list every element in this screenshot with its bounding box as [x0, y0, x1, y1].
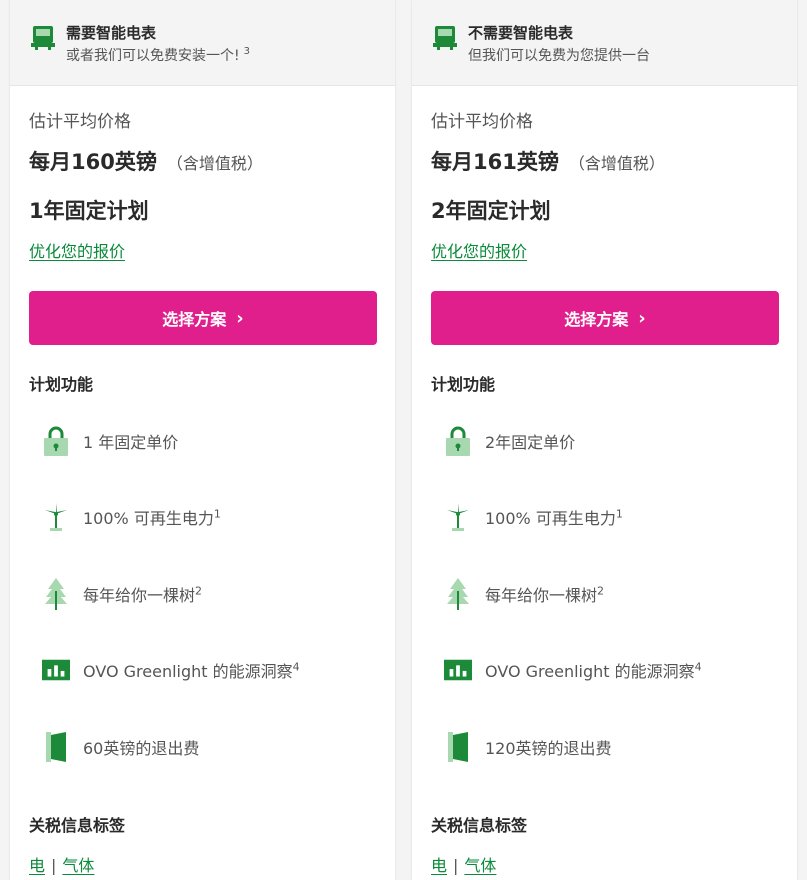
smart-meter-banner: 需要智能电表 或者我们可以免费安装一个! 3: [10, 0, 395, 86]
select-plan-button[interactable]: 选择方案 ›: [431, 291, 779, 345]
feature-text: 100% 可再生电力1: [83, 507, 221, 528]
optimize-quote-link[interactable]: 优化您的报价: [29, 238, 125, 262]
feature-fixed-price: 2年固定单价: [444, 421, 575, 461]
features-title: 计划功能: [29, 375, 94, 394]
smart-meter-banner: 不需要智能电表 但我们可以免费为您提供一台: [412, 0, 797, 86]
banner-subtitle: 但我们可以免费为您提供一台: [468, 48, 650, 64]
gas-tariff-link[interactable]: 气体: [62, 856, 94, 875]
wind-turbine-icon: [42, 500, 70, 534]
select-plan-button[interactable]: 选择方案 ›: [29, 291, 377, 345]
price-line: 每月160英镑 （含增值税）: [29, 146, 263, 176]
feature-exit-fee: 120英镑的退出费: [444, 727, 612, 767]
plan-name: 1年固定计划: [29, 199, 149, 223]
plan-card-1yr: 需要智能电表 或者我们可以免费安装一个! 3 估计平均价格 每月160英镑 （含增值…: [10, 0, 395, 880]
vat-note: （含增值税）: [166, 154, 263, 173]
tariff-links: 电 | 气体: [29, 852, 94, 876]
banner-title: 不需要智能电表: [468, 24, 574, 42]
feature-text: 每年给你一棵树2: [83, 584, 203, 605]
feature-text: OVO Greenlight 的能源洞察4: [83, 660, 300, 681]
feature-renewable: 100% 可再生电力1: [444, 497, 623, 537]
banner-subtitle: 或者我们可以免费安装一个! 3: [66, 46, 250, 64]
feature-text: 60英镑的退出费: [83, 739, 200, 758]
plan-card-2yr: 不需要智能电表 但我们可以免费为您提供一台 估计平均价格 每月161英镑 （含增值…: [412, 0, 797, 880]
feature-tree: 每年给你一棵树2: [42, 574, 202, 614]
tariff-links: 电 | 气体: [431, 852, 496, 876]
feature-text: 120英镑的退出费: [485, 739, 612, 758]
feature-tree: 每年给你一棵树2: [444, 574, 604, 614]
footnote-ref: 3: [243, 46, 250, 58]
feature-renewable: 100% 可再生电力1: [42, 497, 221, 537]
bar-chart-icon: [42, 653, 70, 687]
feature-fixed-price: 1 年固定单价: [42, 421, 178, 461]
feature-greenlight: OVO Greenlight 的能源洞察4: [444, 650, 702, 690]
chevron-right-icon: ›: [236, 307, 244, 329]
feature-text: OVO Greenlight 的能源洞察4: [485, 660, 702, 681]
feature-exit-fee: 60英镑的退出费: [42, 727, 199, 767]
tariff-info-title: 关税信息标签: [29, 816, 126, 835]
feature-text: 100% 可再生电力1: [485, 507, 623, 528]
monthly-price: 每月160英镑: [29, 150, 157, 174]
chevron-right-icon: ›: [638, 307, 646, 329]
optimize-quote-link[interactable]: 优化您的报价: [431, 238, 527, 262]
banner-title: 需要智能电表: [66, 24, 157, 42]
feature-text: 2年固定单价: [485, 433, 576, 452]
tree-icon: [42, 577, 70, 611]
wind-turbine-icon: [444, 500, 472, 534]
gas-tariff-link[interactable]: 气体: [464, 856, 496, 875]
monthly-price: 每月161英镑: [431, 150, 559, 174]
select-plan-label: 选择方案: [162, 310, 227, 329]
link-separator: |: [51, 856, 57, 875]
estimated-price-label: 估计平均价格: [29, 112, 131, 132]
tree-icon: [444, 577, 472, 611]
door-exit-icon: [444, 730, 472, 764]
smart-meter-icon: [31, 26, 55, 50]
feature-text: 1 年固定单价: [83, 433, 179, 452]
electricity-tariff-link[interactable]: 电: [29, 856, 45, 875]
tariff-info-title: 关税信息标签: [431, 816, 528, 835]
door-exit-icon: [42, 730, 70, 764]
padlock-icon: [444, 424, 472, 458]
smart-meter-icon: [433, 26, 457, 50]
electricity-tariff-link[interactable]: 电: [431, 856, 447, 875]
vat-note: （含增值税）: [568, 154, 665, 173]
padlock-icon: [42, 424, 70, 458]
link-separator: |: [453, 856, 459, 875]
bar-chart-icon: [444, 653, 472, 687]
price-line: 每月161英镑 （含增值税）: [431, 146, 665, 176]
feature-greenlight: OVO Greenlight 的能源洞察4: [42, 650, 300, 690]
estimated-price-label: 估计平均价格: [431, 112, 533, 132]
select-plan-label: 选择方案: [564, 310, 629, 329]
feature-text: 每年给你一棵树2: [485, 584, 605, 605]
features-title: 计划功能: [431, 375, 496, 394]
plan-name: 2年固定计划: [431, 199, 551, 223]
